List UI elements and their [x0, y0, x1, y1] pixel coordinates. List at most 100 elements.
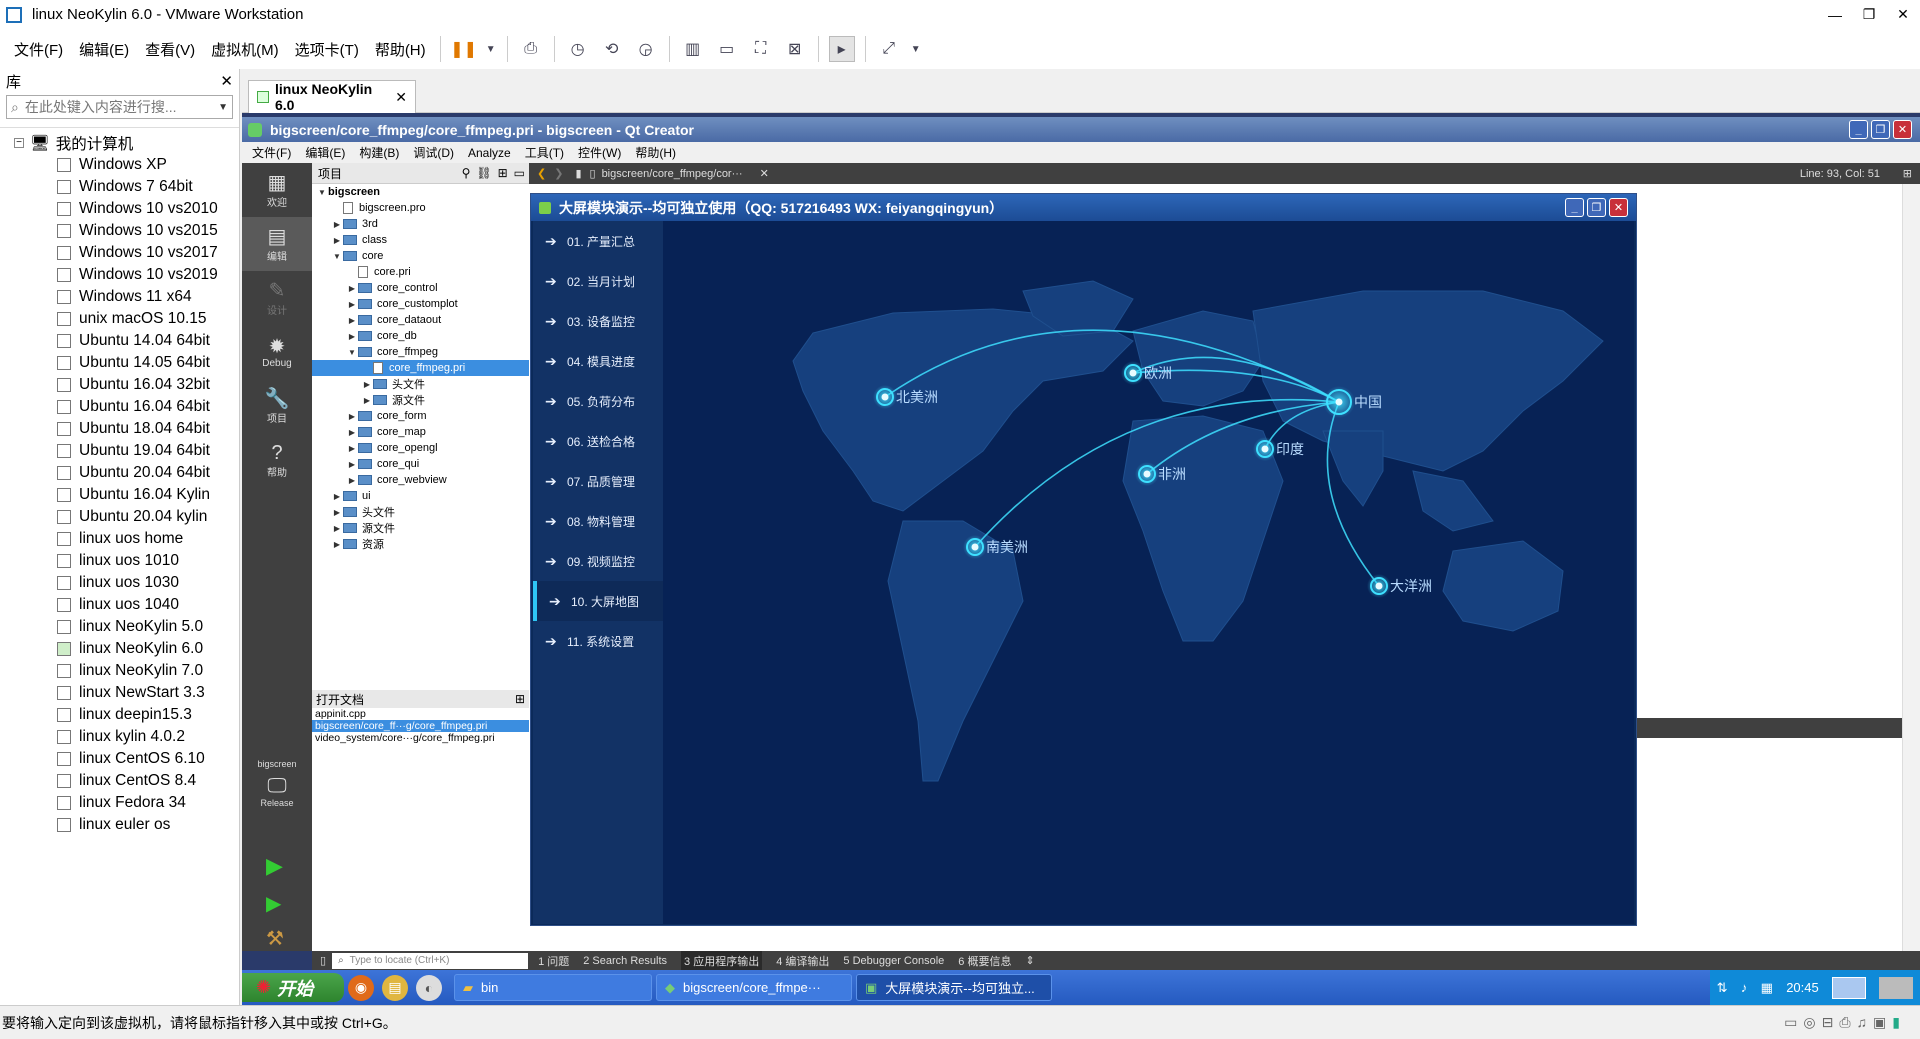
open-doc-item[interactable]: appinit.cpp — [312, 708, 529, 720]
nav-item[interactable]: ➔ 08. 物料管理 — [533, 501, 663, 541]
project-tree-item[interactable]: ▶ core_opengl — [312, 440, 529, 456]
library-vm-item[interactable]: linux CentOS 6.10 — [0, 748, 239, 770]
library-vm-item[interactable]: linux Fedora 34 — [0, 792, 239, 814]
project-tree-item[interactable]: bigscreen.pro — [312, 200, 529, 216]
library-vm-item[interactable]: linux uos 1030 — [0, 572, 239, 594]
project-tree-item[interactable]: ▶ class — [312, 232, 529, 248]
maximize-button[interactable]: ❐ — [1587, 198, 1606, 217]
library-search-input[interactable]: ⌕ 在此处键入内容进行搜... ▼ — [6, 95, 233, 119]
nav-item[interactable]: ➔ 10. 大屏地图 — [533, 581, 663, 621]
library-vm-item[interactable]: linux euler os — [0, 814, 239, 836]
library-vm-item[interactable]: Windows 11 x64 — [0, 286, 239, 308]
library-vm-item[interactable]: Ubuntu 14.04 64bit — [0, 330, 239, 352]
clock[interactable]: 20:45 — [1786, 980, 1819, 995]
project-tree-item[interactable]: ▶ 头文件 — [312, 504, 529, 520]
menu-vm[interactable]: 虚拟机(M) — [203, 39, 287, 60]
collapsed-arrow-icon[interactable]: ▶ — [346, 444, 358, 453]
map-node-oceania[interactable]: 大洋洲 — [1367, 574, 1432, 598]
start-button[interactable]: ✺ 开始 — [242, 973, 344, 1002]
minimize-button[interactable]: — — [1818, 0, 1852, 29]
unity-icon[interactable]: ⊠ — [782, 36, 808, 62]
workspace-2-icon[interactable] — [1879, 976, 1914, 999]
output-tab-debugger[interactable]: 5 Debugger Console — [843, 955, 944, 967]
collapse-icon[interactable]: − — [14, 138, 24, 148]
collapsed-arrow-icon[interactable]: ▶ — [346, 428, 358, 437]
project-tree-item[interactable]: ▶ 源文件 — [312, 520, 529, 536]
nav-item[interactable]: ➔ 04. 模具进度 — [533, 341, 663, 381]
output-tab-compile[interactable]: 4 编译输出 — [776, 953, 829, 969]
pause-icon[interactable]: ❚❚ — [450, 36, 477, 62]
close-document-icon[interactable]: ✕ — [760, 167, 769, 180]
library-vm-item[interactable]: Ubuntu 18.04 64bit — [0, 418, 239, 440]
menu-tabs[interactable]: 选项卡(T) — [287, 39, 367, 60]
project-tree-item[interactable]: ▶ core_qui — [312, 456, 529, 472]
collapsed-arrow-icon[interactable]: ▶ — [346, 332, 358, 341]
project-tree-item[interactable]: ▶ core_db — [312, 328, 529, 344]
collapsed-arrow-icon[interactable]: ▶ — [331, 524, 343, 533]
map-node-india[interactable]: 印度 — [1253, 437, 1304, 461]
collapsed-arrow-icon[interactable]: ▶ — [346, 316, 358, 325]
library-vm-item[interactable]: Windows 10 vs2015 — [0, 220, 239, 242]
output-tab-app-output[interactable]: 3 应用程序输出 — [681, 950, 763, 971]
cursor-position[interactable]: Line: 93, Col: 51 — [1800, 168, 1880, 180]
library-vm-item[interactable]: Ubuntu 16.04 32bit — [0, 374, 239, 396]
dropdown-arrow-icon[interactable]: ▼ — [485, 36, 497, 62]
kit-selector[interactable]: 🖵 Release — [242, 775, 312, 808]
library-vm-item[interactable]: linux NeoKylin 6.0 — [0, 638, 239, 660]
project-tree-item[interactable]: ▶ core_webview — [312, 472, 529, 488]
project-tree-item[interactable]: ▶ ui — [312, 488, 529, 504]
qt-menu-help[interactable]: 帮助(H) — [635, 144, 676, 161]
mode-welcome[interactable]: ▦ 欢迎 — [242, 163, 312, 217]
run-icon[interactable]: ▶ — [266, 853, 283, 879]
display-icon[interactable]: ▣ — [1873, 1014, 1886, 1031]
close-button[interactable]: ✕ — [1609, 198, 1628, 217]
library-vm-item[interactable]: Ubuntu 14.05 64bit — [0, 352, 239, 374]
library-vm-item[interactable]: Windows 10 vs2010 — [0, 198, 239, 220]
task-bigscreen[interactable]: ▣ 大屏模块演示--均可独立... — [856, 974, 1052, 1001]
split-icon[interactable]: ⊞ — [1903, 167, 1912, 180]
menu-file[interactable]: 文件(F) — [6, 39, 71, 60]
qt-menu-file[interactable]: 文件(F) — [252, 144, 291, 161]
nav-item[interactable]: ➔ 03. 设备监控 — [533, 301, 663, 341]
back-icon[interactable]: ❮ — [537, 167, 546, 180]
hard-disk-icon[interactable]: ▭ — [1784, 1014, 1797, 1031]
library-vm-item[interactable]: linux kylin 4.0.2 — [0, 726, 239, 748]
message-icon[interactable]: ▮ — [1892, 1014, 1900, 1031]
library-vm-item[interactable]: linux NeoKylin 5.0 — [0, 616, 239, 638]
mode-projects[interactable]: 🔧 项目 — [242, 379, 312, 433]
firefox-icon[interactable]: ◉ — [348, 974, 374, 1001]
project-tree-item[interactable]: ▶ 源文件 — [312, 392, 529, 408]
project-tree-item[interactable]: ▶ core_form — [312, 408, 529, 424]
project-tree-item[interactable]: ▶ 3rd — [312, 216, 529, 232]
qt-menu-analyze[interactable]: Analyze — [468, 146, 511, 160]
nav-item[interactable]: ➔ 02. 当月计划 — [533, 261, 663, 301]
nav-item[interactable]: ➔ 09. 视频监控 — [533, 541, 663, 581]
collapsed-arrow-icon[interactable]: ▶ — [331, 508, 343, 517]
send-ctrl-alt-del-icon[interactable]: ⎙ — [518, 36, 544, 62]
collapsed-arrow-icon[interactable]: ▶ — [346, 284, 358, 293]
printer-icon[interactable]: ⎙ — [1839, 1014, 1850, 1031]
toggle-sidebar-icon[interactable]: ▯ — [320, 954, 326, 967]
library-vm-item[interactable]: Ubuntu 16.04 64bit — [0, 396, 239, 418]
mode-debug[interactable]: ✹ Debug — [242, 325, 312, 379]
thumbnail-bar-icon[interactable]: ▭ — [714, 36, 740, 62]
fullscreen-icon[interactable]: ⛶ — [748, 36, 774, 62]
menu-help[interactable]: 帮助(H) — [367, 39, 434, 60]
open-doc-item[interactable]: bigscreen/core_ff···g/core_ffmpeg.pri — [312, 720, 529, 732]
library-vm-item[interactable]: linux deepin15.3 — [0, 704, 239, 726]
qt-menu-edit[interactable]: 编辑(E) — [305, 144, 345, 161]
nav-item[interactable]: ➔ 07. 品质管理 — [533, 461, 663, 501]
project-tree-item[interactable]: ▶ 资源 — [312, 536, 529, 552]
project-tree-item[interactable]: core.pri — [312, 264, 529, 280]
nav-item[interactable]: ➔ 06. 送检合格 — [533, 421, 663, 461]
library-vm-item[interactable]: unix macOS 10.15 — [0, 308, 239, 330]
output-tab-general[interactable]: 6 概要信息 — [958, 953, 1011, 969]
more-tabs-icon[interactable]: ⇕ — [1025, 954, 1034, 967]
library-vm-item[interactable]: Ubuntu 19.04 64bit — [0, 440, 239, 462]
minimize-button[interactable]: _ — [1565, 198, 1584, 217]
mode-design[interactable]: ✎ 设计 — [242, 271, 312, 325]
library-vm-item[interactable]: Windows XP — [0, 154, 239, 176]
library-vm-item[interactable]: Windows 7 64bit — [0, 176, 239, 198]
forward-icon[interactable]: ❯ — [554, 167, 563, 180]
project-tree-item[interactable]: ▶ core_control — [312, 280, 529, 296]
